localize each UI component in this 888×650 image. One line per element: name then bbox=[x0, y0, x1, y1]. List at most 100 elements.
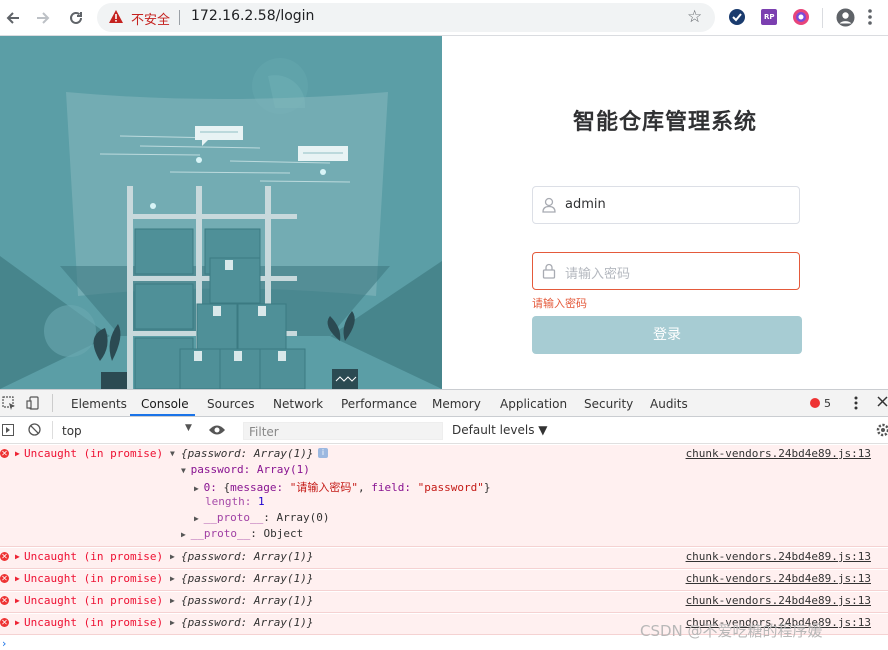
console-toolbar: top ▼ Filter Default levels ▼ bbox=[0, 417, 888, 444]
login-button[interactable]: 登录 bbox=[532, 316, 802, 354]
close-devtools-icon[interactable] bbox=[877, 396, 888, 410]
console-error-message[interactable]: ✕ ▶ Uncaught (in promise) ▶ {password: A… bbox=[0, 570, 888, 591]
tree-password-label: password: Array(1) bbox=[190, 463, 310, 476]
sidebar-toggle-icon[interactable] bbox=[2, 424, 14, 439]
tree-toggle-icon[interactable]: ▼ bbox=[181, 466, 191, 475]
error-count-icon[interactable] bbox=[810, 398, 820, 408]
console-filter-input[interactable]: Filter bbox=[243, 422, 443, 440]
console-error-message[interactable]: ✕ ▶ Uncaught (in promise) ▼ {password: A… bbox=[0, 445, 888, 547]
tree-proto-object-key: __proto__ bbox=[190, 527, 251, 540]
toolbar-divider bbox=[822, 8, 823, 28]
console-error-message[interactable]: ✕ ▶ Uncaught (in promise) ▶ {password: A… bbox=[0, 548, 888, 569]
password-field[interactable]: 请输入密码 bbox=[532, 252, 800, 290]
back-arrow-icon[interactable] bbox=[1, 6, 25, 30]
tree-item-row[interactable]: ▶ 0: {message: "请输入密码", field: "password… bbox=[194, 479, 490, 495]
clear-console-icon[interactable] bbox=[28, 423, 41, 439]
console-prompt-icon[interactable]: › bbox=[2, 637, 6, 650]
forward-arrow-icon[interactable] bbox=[31, 6, 55, 30]
browser-toolbar: 不安全 172.16.2.58/login ☆ RP bbox=[0, 0, 888, 36]
reload-icon[interactable] bbox=[64, 6, 88, 30]
error-source-link[interactable]: chunk-vendors.24bd4e89.js:13 bbox=[686, 594, 871, 607]
console-settings-gear-icon[interactable] bbox=[876, 423, 888, 440]
error-icon: ✕ bbox=[0, 574, 9, 583]
error-icon: ✕ bbox=[0, 449, 9, 458]
info-icon[interactable]: i bbox=[318, 448, 328, 458]
error-object[interactable]: {password: Array(1)} bbox=[181, 572, 313, 585]
tab-application[interactable]: Application bbox=[500, 397, 567, 411]
tab-divider bbox=[52, 394, 53, 412]
error-source-link[interactable]: chunk-vendors.24bd4e89.js:13 bbox=[686, 447, 871, 460]
tree-item-index: 0: bbox=[203, 481, 217, 494]
user-icon bbox=[542, 197, 556, 213]
object-expand-triangle-icon[interactable]: ▶ bbox=[170, 618, 175, 627]
object-expand-triangle-icon[interactable]: ▶ bbox=[170, 552, 175, 561]
tree-message-value: "请输入密码" bbox=[289, 481, 358, 494]
bookmark-star-icon[interactable]: ☆ bbox=[687, 7, 702, 27]
username-value: admin bbox=[565, 197, 606, 212]
context-dropdown-icon[interactable]: ▼ bbox=[185, 423, 192, 433]
error-text: Uncaught (in promise) bbox=[24, 550, 164, 563]
tab-network[interactable]: Network bbox=[273, 397, 323, 411]
tree-length-value: 1 bbox=[257, 495, 265, 508]
extension-color-icon[interactable] bbox=[792, 8, 810, 26]
tab-performance[interactable]: Performance bbox=[341, 397, 417, 411]
error-text: Uncaught (in promise) bbox=[24, 572, 164, 585]
inspect-element-icon[interactable] bbox=[2, 396, 16, 413]
tree-proto-object-value: : Object bbox=[250, 527, 304, 540]
more-menu-icon[interactable] bbox=[868, 8, 872, 26]
address-bar[interactable]: 不安全 172.16.2.58/login ☆ bbox=[97, 3, 715, 32]
error-count[interactable]: 5 bbox=[824, 397, 831, 410]
expand-triangle-icon[interactable]: ▶ bbox=[15, 449, 20, 458]
page-title: 智能仓库管理系统 bbox=[572, 110, 757, 135]
username-field[interactable]: admin bbox=[532, 186, 800, 224]
page-viewport: 智能仓库管理系统 admin 请输入密码 请输入密码 登录 bbox=[0, 36, 888, 389]
tree-field-key: field: bbox=[371, 481, 411, 494]
extension-rp-label: RP bbox=[764, 13, 775, 21]
object-expand-triangle-icon[interactable]: ▶ bbox=[170, 596, 175, 605]
filter-placeholder: Filter bbox=[249, 425, 279, 439]
insecure-label[interactable]: 不安全 bbox=[131, 9, 170, 28]
tree-field-value: "password" bbox=[417, 481, 484, 494]
context-selector[interactable]: top bbox=[62, 424, 82, 438]
error-object[interactable]: {password: Array(1)} bbox=[181, 594, 313, 607]
tree-toggle-icon[interactable]: ▶ bbox=[194, 484, 204, 493]
error-source-link[interactable]: chunk-vendors.24bd4e89.js:13 bbox=[686, 572, 871, 585]
tab-memory[interactable]: Memory bbox=[432, 397, 481, 411]
object-expand-triangle-icon[interactable]: ▼ bbox=[170, 449, 175, 458]
devtools-menu-icon[interactable] bbox=[854, 396, 858, 413]
tree-password-row[interactable]: ▼ password: Array(1) bbox=[181, 463, 310, 476]
error-object[interactable]: {password: Array(1)} bbox=[181, 447, 313, 460]
devtools-tabbar: Elements Console Sources Network Perform… bbox=[0, 390, 888, 417]
url-divider bbox=[179, 10, 180, 25]
error-text: Uncaught (in promise) bbox=[24, 594, 164, 607]
expand-triangle-icon[interactable]: ▶ bbox=[15, 574, 20, 583]
tree-toggle-icon[interactable]: ▶ bbox=[181, 530, 191, 539]
tree-proto-object-row[interactable]: ▶ __proto__: Object bbox=[181, 527, 303, 540]
tab-audits[interactable]: Audits bbox=[650, 397, 688, 411]
object-expand-triangle-icon[interactable]: ▶ bbox=[170, 574, 175, 583]
url-text[interactable]: 172.16.2.58/login bbox=[191, 8, 314, 24]
log-levels-dropdown[interactable]: Default levels ▼ bbox=[452, 423, 548, 437]
error-object[interactable]: {password: Array(1)} bbox=[181, 616, 313, 629]
tree-proto-array-key: __proto__ bbox=[203, 511, 264, 524]
tree-proto-array-row[interactable]: ▶ __proto__: Array(0) bbox=[194, 511, 329, 524]
extension-shield-icon[interactable] bbox=[728, 8, 746, 26]
console-error-message[interactable]: ✕ ▶ Uncaught (in promise) ▶ {password: A… bbox=[0, 592, 888, 613]
tab-sources[interactable]: Sources bbox=[207, 397, 254, 411]
device-toolbar-icon[interactable] bbox=[26, 396, 40, 413]
expand-triangle-icon[interactable]: ▶ bbox=[15, 596, 20, 605]
expand-triangle-icon[interactable]: ▶ bbox=[15, 618, 20, 627]
warning-icon bbox=[109, 10, 123, 23]
error-icon: ✕ bbox=[0, 596, 9, 605]
expand-triangle-icon[interactable]: ▶ bbox=[15, 552, 20, 561]
error-source-link[interactable]: chunk-vendors.24bd4e89.js:13 bbox=[686, 550, 871, 563]
error-object[interactable]: {password: Array(1)} bbox=[181, 550, 313, 563]
live-expression-eye-icon[interactable] bbox=[208, 424, 226, 439]
tab-console[interactable]: Console bbox=[141, 397, 189, 411]
tab-security[interactable]: Security bbox=[584, 397, 633, 411]
tree-toggle-icon[interactable]: ▶ bbox=[194, 514, 204, 523]
profile-avatar-icon[interactable] bbox=[836, 8, 855, 27]
extension-rp-icon[interactable]: RP bbox=[760, 8, 778, 26]
tab-elements[interactable]: Elements bbox=[71, 397, 127, 411]
devtools-panel: Elements Console Sources Network Perform… bbox=[0, 389, 888, 650]
